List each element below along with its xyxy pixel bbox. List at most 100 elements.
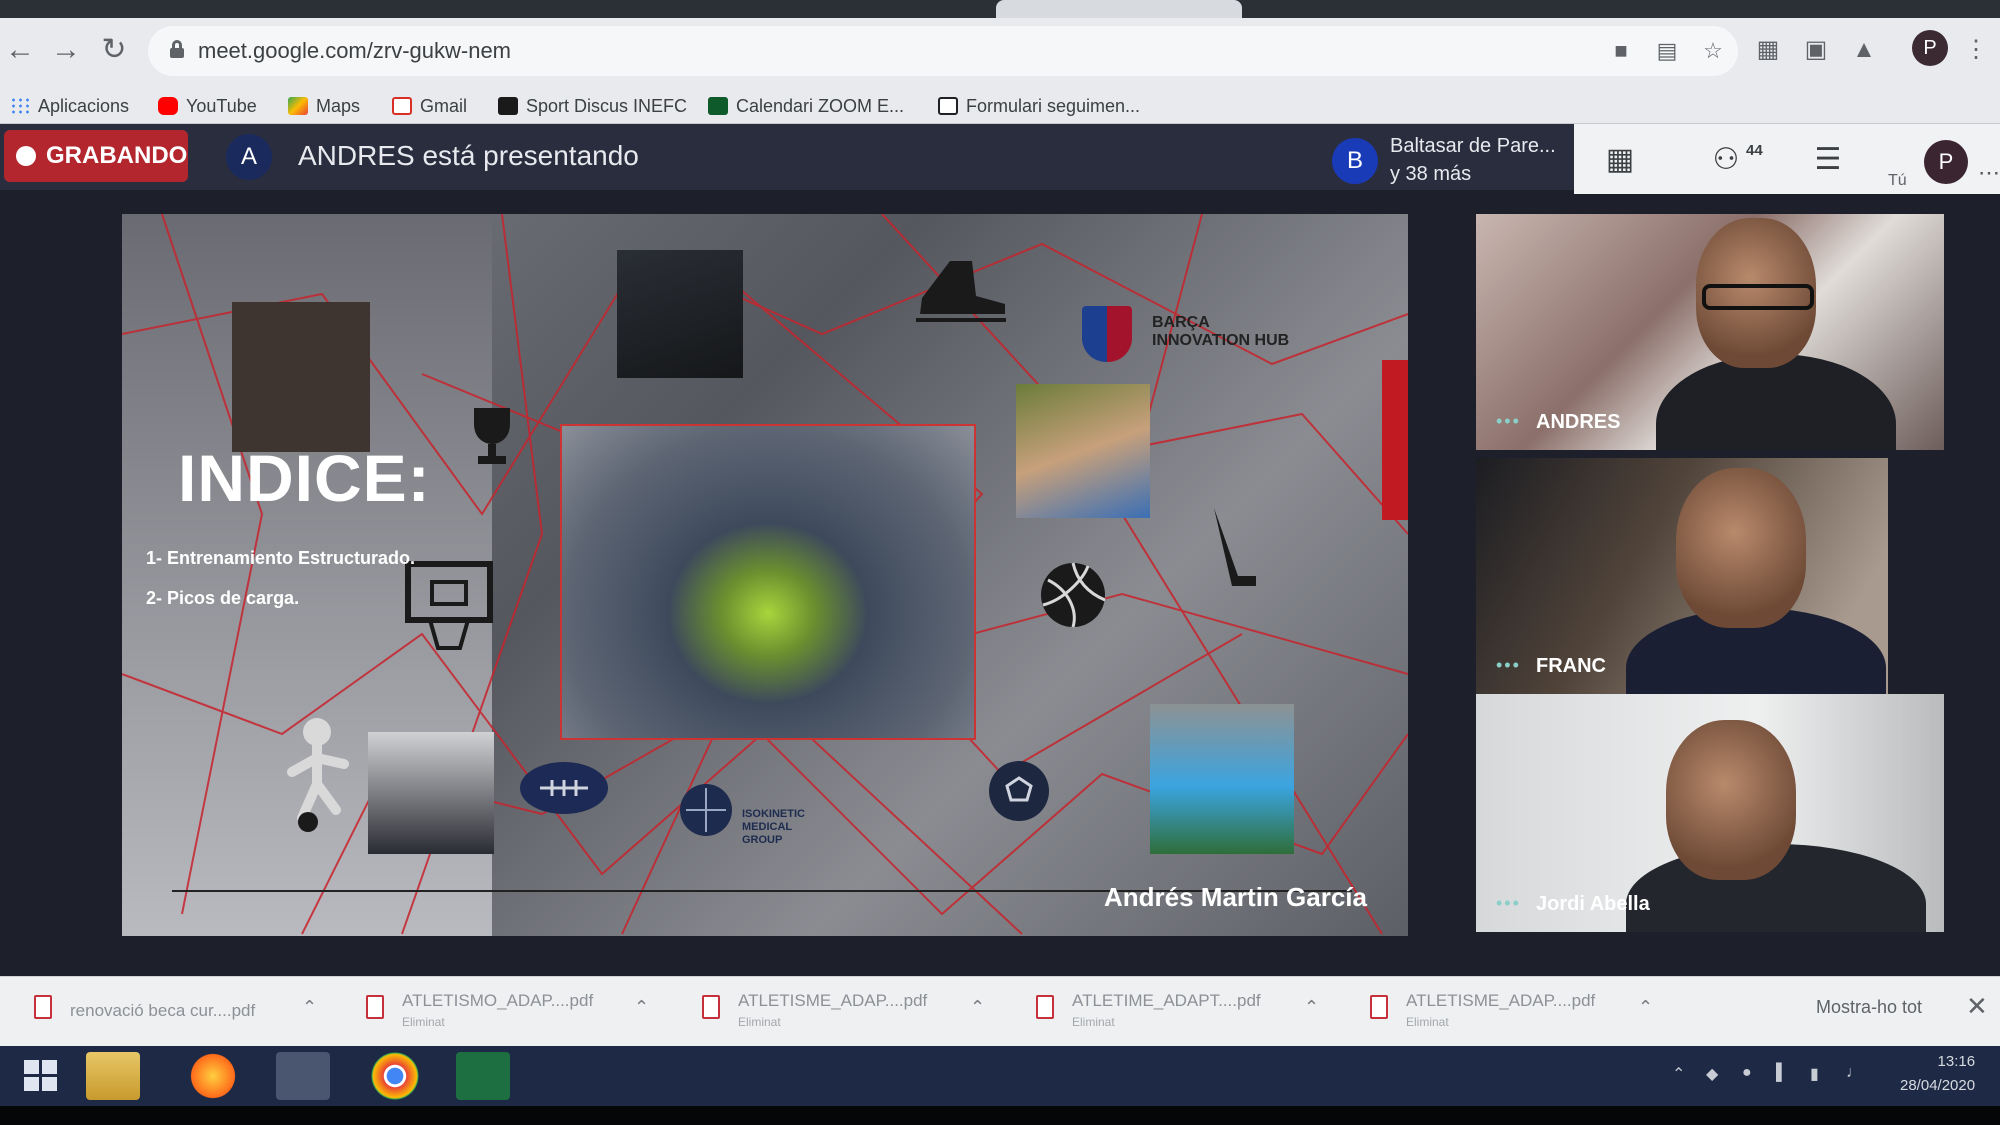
people-icon[interactable]: ⚇ (1704, 140, 1748, 180)
browser-toolbar: ← → ↻ meet.google.com/zrv-gukw-nem ■ ▤ ☆… (0, 18, 2000, 88)
dropbox-icon[interactable]: ◆ (1706, 1064, 1718, 1084)
participant-torso (1656, 354, 1896, 450)
presenting-status: ANDRES está presentando (298, 140, 639, 171)
maps-icon (288, 97, 308, 115)
pdf-file-icon (34, 995, 52, 1019)
extension-grid-icon[interactable]: ▦ (1750, 32, 1786, 68)
skate-icon (910, 256, 1010, 326)
participant-tile-andres[interactable]: ••• ANDRES (1476, 214, 1944, 450)
slide-red-accent (1382, 360, 1408, 520)
forward-button[interactable]: → (46, 30, 86, 70)
participant-tile-jordi[interactable]: ••• Jordi Abella (1476, 694, 1944, 932)
tray-chevron-icon[interactable]: ⌃ (1672, 1064, 1685, 1084)
apps-grid-icon (10, 97, 30, 115)
url-text[interactable]: meet.google.com/zrv-gukw-nem (198, 38, 511, 64)
bookmark-calendar-icon (708, 97, 728, 115)
download-item[interactable]: renovació beca cur....pdf ⌃ (34, 991, 317, 1035)
camera-icon[interactable]: ■ (1606, 36, 1636, 66)
download-item[interactable]: ATLETIME_ADAPT....pdf Eliminat ⌃ (1036, 991, 1319, 1035)
basketball-hoop-icon (404, 560, 494, 650)
isokinetic-label: ISOKINETIC MEDICAL GROUP (742, 808, 805, 846)
address-bar[interactable]: meet.google.com/zrv-gukw-nem ■ ▤ ☆ (148, 26, 1738, 76)
windows-start-icon[interactable] (14, 1052, 68, 1100)
pdf-file-icon (1370, 995, 1388, 1019)
slide-photo-man-smiling (1016, 384, 1150, 518)
slide-photo-man-suit (368, 732, 494, 854)
bookmark-formulari[interactable]: Formulari seguimen... (938, 94, 1140, 118)
taskbar-app-icon[interactable] (276, 1052, 330, 1100)
browser-tab-active[interactable] (996, 0, 1242, 18)
bookmark-maps[interactable]: Maps (288, 94, 360, 118)
tray-app-icon[interactable]: ● (1742, 1064, 1752, 1082)
gmail-icon (392, 97, 412, 115)
pdf-file-icon (702, 995, 720, 1019)
browser-tab-strip (0, 0, 2000, 18)
chevron-up-icon[interactable]: ⌃ (634, 997, 649, 1018)
participant-name: Jordi Abella (1536, 893, 1650, 915)
meet-top-bar: GRABANDO A ANDRES está presentando B Bal… (0, 124, 2000, 194)
chat-icon[interactable]: ☰ (1806, 140, 1850, 180)
network-icon[interactable]: ▌ (1776, 1064, 1787, 1082)
bookmark-sport-discus[interactable]: Sport Discus INEFC (498, 94, 687, 118)
bookmark-youtube[interactable]: YouTube (158, 94, 257, 118)
chrome-icon[interactable] (368, 1052, 422, 1100)
chevron-up-icon[interactable]: ⌃ (1304, 997, 1319, 1018)
audio-indicator-icon: ••• (1496, 411, 1521, 431)
layout-grid-icon[interactable]: ▦ (1598, 140, 1642, 180)
bookmarks-bar: Aplicacions YouTube Maps Gmail Sport Dis… (0, 88, 2000, 124)
volume-icon[interactable]: ♩ (1846, 1064, 1862, 1082)
record-dot-icon (16, 146, 36, 166)
participant-tile-franc[interactable]: ••• FRANC (1476, 458, 1888, 694)
slide-photo-stadium-team (560, 424, 976, 740)
pdf-file-icon (1036, 995, 1054, 1019)
download-item[interactable]: ATLETISMO_ADAP....pdf Eliminat ⌃ (366, 991, 649, 1035)
taskbar-clock[interactable]: 13:16 28/04/2020 (1900, 1050, 1975, 1098)
chevron-up-icon[interactable]: ⌃ (1638, 997, 1653, 1018)
back-button[interactable]: ← (0, 30, 40, 70)
translate-icon[interactable]: ▤ (1652, 36, 1682, 66)
youtube-icon (158, 97, 178, 115)
meet-stage: GRABANDO A ANDRES está presentando B Bal… (0, 124, 2000, 976)
pocket-icon[interactable]: ▣ (1798, 32, 1834, 68)
battery-icon[interactable]: ▮ (1810, 1064, 1819, 1084)
slide-photo-person-left (232, 302, 370, 452)
excel-icon[interactable] (456, 1052, 510, 1100)
presenter-avatar: A (226, 134, 272, 180)
presentation-slide: BARÇA INNOVATION HUB ISOKINETIC MEDICAL … (122, 214, 1408, 936)
american-football-icon (518, 760, 610, 816)
bookmark-apps[interactable]: Aplicacions (10, 94, 129, 118)
slide-photo-dark (617, 250, 743, 378)
more-options-icon[interactable]: ⋯ (1978, 160, 2000, 186)
reload-button[interactable]: ↻ (94, 30, 134, 70)
audio-indicator-icon: ••• (1496, 893, 1521, 913)
recording-badge: GRABANDO (4, 130, 188, 182)
bookmark-calendari-zoom[interactable]: Calendari ZOOM E... (708, 94, 904, 118)
audio-indicator-icon: ••• (1496, 655, 1521, 675)
volleyball-icon (1038, 560, 1108, 630)
self-avatar[interactable]: P (1924, 140, 1968, 184)
monitor-bezel (0, 1106, 2000, 1125)
barca-innovation-label: BARÇA INNOVATION HUB (1152, 314, 1290, 349)
form-icon (938, 97, 958, 115)
participant-face (1676, 468, 1806, 628)
extension-icon[interactable]: ▲ (1846, 32, 1882, 68)
bookmark-gmail[interactable]: Gmail (392, 94, 467, 118)
browser-profile-avatar[interactable]: P (1912, 30, 1948, 66)
browser-menu-icon[interactable]: ⋮ (1958, 32, 1994, 68)
bookmark-logo-icon (498, 97, 518, 115)
file-explorer-icon[interactable] (86, 1052, 140, 1100)
download-item[interactable]: ATLETISME_ADAP....pdf Eliminat ⌃ (702, 991, 985, 1035)
chevron-up-icon[interactable]: ⌃ (970, 997, 985, 1018)
close-icon[interactable]: ✕ (1966, 991, 1988, 1022)
star-icon[interactable]: ☆ (1698, 36, 1728, 66)
participant-count: 44 (1746, 142, 1763, 159)
lock-icon (170, 40, 184, 58)
self-label: Tú (1888, 172, 1907, 189)
participant-face (1666, 720, 1796, 880)
firefox-icon[interactable] (186, 1052, 240, 1100)
show-all-downloads-button[interactable]: Mostra-ho tot (1816, 997, 1922, 1018)
windows-taskbar: ⌃ ◆ ● ▌ ▮ ♩ 13:16 28/04/2020 (0, 1046, 2000, 1106)
download-item[interactable]: ATLETISME_ADAP....pdf Eliminat ⌃ (1370, 991, 1653, 1035)
chevron-up-icon[interactable]: ⌃ (302, 997, 317, 1018)
trophy-icon (464, 404, 520, 468)
